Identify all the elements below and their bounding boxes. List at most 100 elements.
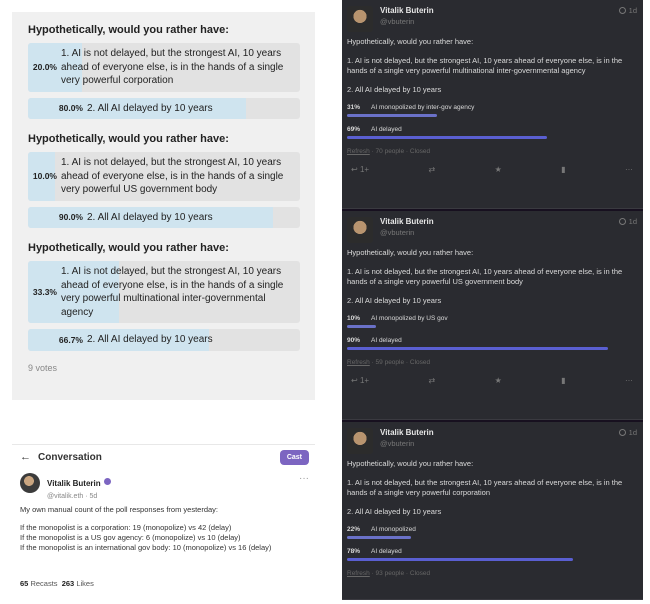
- poll-result: 31% AI monopolized by inter-gov agency: [347, 104, 637, 117]
- poll-result-percent: 69%: [347, 126, 361, 133]
- conversation-stats: 65 Recasts 263 Likes: [20, 579, 94, 588]
- reply-icon[interactable]: ↩ 1+: [351, 376, 369, 385]
- poll-result-bar: [347, 347, 608, 350]
- more-icon[interactable]: ···: [625, 376, 633, 385]
- poll-result-label: AI delayed: [371, 337, 402, 344]
- avatar[interactable]: [347, 217, 373, 243]
- bookmark-icon[interactable]: ▮: [561, 376, 565, 385]
- poll-meta: · 70 people · Closed: [369, 148, 431, 155]
- star-icon[interactable]: ★: [495, 376, 502, 385]
- poll-meta: · 93 people · Closed: [369, 570, 431, 577]
- poll-option[interactable]: 66.7% 2. All AI delayed by 10 years: [28, 329, 300, 351]
- timestamp: 1d: [628, 428, 637, 437]
- conversation-line: If the monopolist is an international go…: [20, 543, 272, 552]
- poll-option[interactable]: 90.0% 2. All AI delayed by 10 years: [28, 206, 300, 228]
- cast-meta: Refresh · 59 people · Closed: [347, 359, 637, 366]
- cast-button[interactable]: Cast: [279, 449, 309, 465]
- poll-option-percent: 33.3%: [32, 287, 57, 297]
- poll-result-label: AI delayed: [371, 126, 402, 133]
- author-handle: @vbuterin: [380, 228, 415, 237]
- recast-icon[interactable]: ⇄: [428, 165, 435, 174]
- cast-option-2: 2. All AI delayed by 10 years: [347, 85, 442, 94]
- poll-option[interactable]: 33.3% 1. AI is not delayed, but the stro…: [28, 261, 300, 323]
- poll-option-text: 2. All AI delayed by 10 years: [87, 102, 213, 114]
- likes-label[interactable]: Likes: [76, 579, 94, 588]
- recast-icon[interactable]: ⇄: [428, 376, 435, 385]
- verified-badge-icon: [103, 478, 111, 486]
- poll-result-label: AI monopolized by inter-gov agency: [371, 104, 475, 111]
- poll-question: Hypothetically, would you rather have:: [28, 242, 229, 254]
- author-handle: @vitalik.eth · 5d: [47, 493, 98, 500]
- poll-option-percent: 66.7%: [58, 334, 83, 345]
- dark-cast-column: Vitalik Buterin @vbuterin 1d Hypothetica…: [342, 0, 643, 600]
- cast-time: 1d: [618, 428, 637, 437]
- back-arrow-icon[interactable]: ←: [20, 451, 31, 463]
- timestamp: 1d: [628, 217, 637, 226]
- poll-option-text: 1. AI is not delayed, but the strongest …: [61, 157, 284, 195]
- poll-result: 10% AI monopolized by US gov: [347, 315, 637, 328]
- poll-result-label: AI monopolized by US gov: [371, 315, 448, 322]
- star-icon[interactable]: ★: [495, 165, 502, 174]
- reply-icon[interactable]: ↩ 1+: [351, 165, 369, 174]
- bookmark-icon[interactable]: ▮: [561, 165, 565, 174]
- globe-icon: [618, 218, 626, 225]
- poll-result-percent: 31%: [347, 104, 361, 111]
- poll-result-bar: [347, 114, 437, 117]
- cast-time: 1d: [618, 217, 637, 226]
- cast-text: Hypothetically, would you rather have: 1…: [347, 248, 637, 306]
- poll-result-percent: 90%: [347, 337, 361, 344]
- author-handle: @vbuterin: [380, 439, 415, 448]
- poll-option-percent: 20.0%: [32, 62, 57, 73]
- poll-option-percent: 10.0%: [32, 171, 57, 182]
- cast-option-1: 1. AI is not delayed, but the strongest …: [347, 56, 623, 75]
- poll-result: 78% AI delayed: [347, 548, 637, 561]
- cast-card: Vitalik Buterin @vbuterin 1d Hypothetica…: [342, 0, 643, 209]
- avatar[interactable]: [347, 428, 373, 454]
- poll-option-text: 2. All AI delayed by 10 years: [87, 334, 213, 345]
- poll-3: Hypothetically, would you rather have: 3…: [28, 240, 300, 351]
- refresh-link[interactable]: Refresh: [347, 570, 370, 577]
- conversation-body: My own manual count of the poll response…: [12, 500, 315, 553]
- author-name[interactable]: Vitalik Buterin: [380, 6, 434, 15]
- poll-result-bar: [347, 136, 548, 139]
- cast-text: Hypothetically, would you rather have: 1…: [347, 37, 637, 95]
- poll-option[interactable]: 10.0% 1. AI is not delayed, but the stro…: [28, 152, 300, 201]
- poll-question: Hypothetically, would you rather have:: [28, 24, 229, 36]
- refresh-link[interactable]: Refresh: [347, 359, 370, 366]
- avatar[interactable]: [347, 6, 373, 32]
- poll-2: Hypothetically, would you rather have: 1…: [28, 131, 300, 228]
- author-name[interactable]: Vitalik Buterin: [47, 479, 101, 488]
- poll-option[interactable]: 80.0% 2. All AI delayed by 10 years: [28, 97, 300, 119]
- cast-option-1: 1. AI is not delayed, but the strongest …: [347, 478, 623, 497]
- author-name[interactable]: Vitalik Buterin: [380, 217, 434, 226]
- avatar[interactable]: [20, 473, 40, 493]
- recasts-count: 65: [20, 579, 29, 588]
- cast-question: Hypothetically, would you rather have:: [347, 37, 474, 46]
- more-icon[interactable]: ···: [625, 165, 633, 174]
- author-name[interactable]: Vitalik Buterin: [380, 428, 434, 437]
- cast-time: 1d: [618, 6, 637, 15]
- poll-result: 90% AI delayed: [347, 337, 637, 350]
- cast-option-2: 2. All AI delayed by 10 years: [347, 296, 442, 305]
- refresh-link[interactable]: Refresh: [347, 148, 370, 155]
- poll-option[interactable]: 20.0% 1. AI is not delayed, but the stro…: [28, 43, 300, 92]
- cast-question: Hypothetically, would you rather have:: [347, 248, 474, 257]
- timestamp: 1d: [628, 6, 637, 15]
- cast-question: Hypothetically, would you rather have:: [347, 459, 474, 468]
- poll-option-percent: 90.0%: [58, 212, 83, 223]
- poll-result-label: AI delayed: [371, 548, 402, 555]
- conversation-intro: My own manual count of the poll response…: [20, 505, 219, 514]
- poll-result: 22% AI monopolized: [347, 526, 637, 539]
- poll-question: Hypothetically, would you rather have:: [28, 133, 229, 145]
- poll-option-text: 1. AI is not delayed, but the strongest …: [61, 48, 284, 86]
- globe-icon: [618, 429, 626, 436]
- poll-option-text: 1. AI is not delayed, but the strongest …: [61, 266, 284, 318]
- recasts-label[interactable]: Recasts: [30, 579, 57, 588]
- cast-actions: ↩ 1+ ⇄ ★ ▮ ···: [347, 376, 637, 385]
- poll-result-bar: [347, 558, 574, 561]
- poll-result-percent: 22%: [347, 526, 361, 533]
- vote-count: 9 votes: [28, 362, 58, 373]
- poll-option-percent: 80.0%: [58, 103, 83, 114]
- more-options-icon[interactable]: ···: [299, 473, 309, 484]
- conversation-card: ← Conversation Cast Vitalik Buterin @vit…: [12, 444, 315, 594]
